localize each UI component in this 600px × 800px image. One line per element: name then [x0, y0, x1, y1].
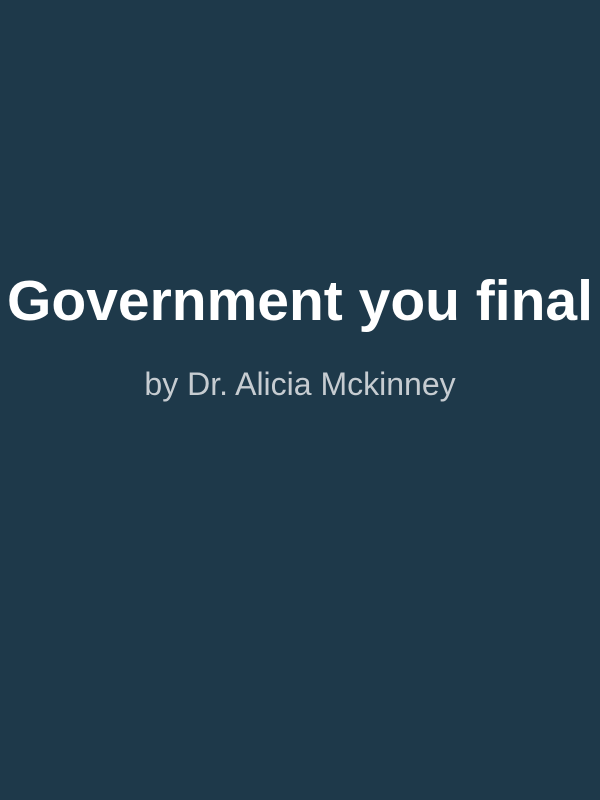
book-cover: Government you final by Dr. Alicia Mckin… — [0, 0, 600, 800]
cover-title: Government you final — [7, 269, 593, 333]
cover-author: by Dr. Alicia Mckinney — [144, 366, 456, 402]
